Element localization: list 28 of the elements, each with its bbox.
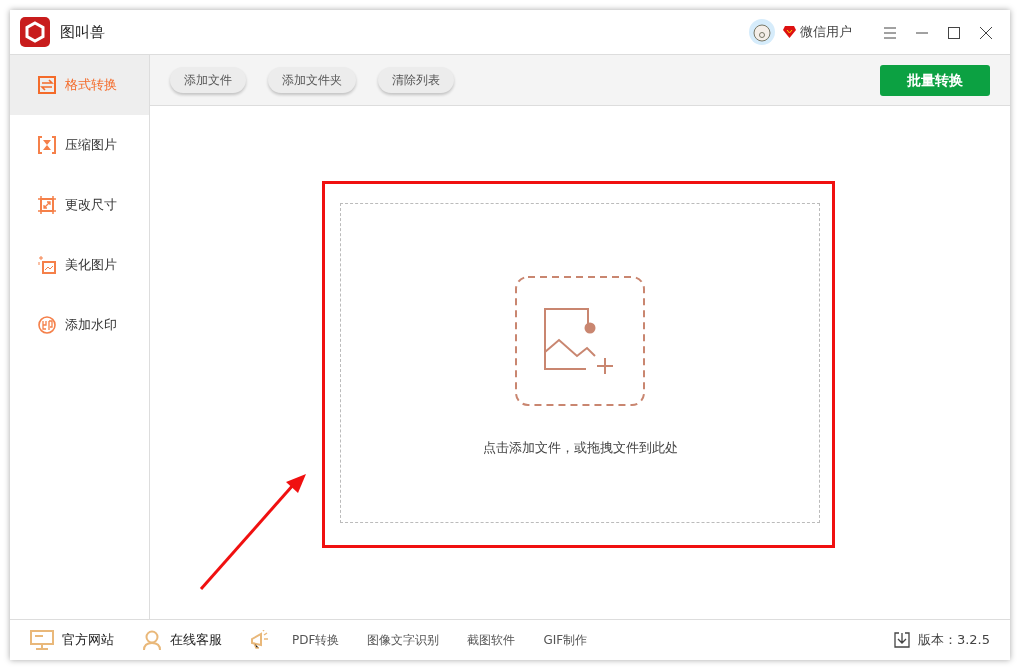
toolbar-button[interactable]: 清除列表	[378, 67, 454, 93]
window-title: 图叫兽	[60, 21, 105, 43]
sidebar-item[interactable]: 添加水印	[10, 295, 149, 355]
toolbar-button[interactable]: 添加文件	[170, 67, 246, 93]
footer-link[interactable]: 截图软件	[467, 631, 516, 649]
sidebar-item[interactable]: 更改尺寸	[10, 175, 149, 235]
footer-link[interactable]: 官方网站	[62, 630, 114, 650]
sidebar-item[interactable]: 美化图片	[10, 235, 149, 295]
avatar-icon	[749, 19, 775, 45]
footer-link[interactable]: GIF制作	[543, 631, 588, 649]
drop-hint: 点击添加文件，或拖拽文件到此处	[482, 439, 678, 457]
megaphone-icon	[250, 630, 270, 650]
footer-link[interactable]: 在线客服	[170, 630, 222, 650]
footer-link[interactable]: PDF转换	[292, 631, 340, 649]
toolbar-button[interactable]: 添加文件夹	[268, 67, 356, 93]
monitor-icon	[30, 630, 54, 650]
add-image-icon	[515, 276, 645, 406]
app-logo-icon	[20, 17, 50, 47]
resize-icon	[38, 196, 56, 214]
user-name[interactable]: 微信用户	[800, 22, 852, 42]
diamond-icon	[783, 26, 796, 38]
version-label: 版本：3.2.5	[917, 631, 990, 650]
download-icon[interactable]	[893, 632, 910, 648]
convert-icon	[38, 76, 56, 94]
person-icon	[142, 630, 162, 650]
sidebar-item[interactable]: 压缩图片	[10, 115, 149, 175]
footer-link[interactable]: 图像文字识别	[367, 631, 440, 649]
drop-zone[interactable]: 点击添加文件，或拖拽文件到此处	[340, 203, 820, 523]
